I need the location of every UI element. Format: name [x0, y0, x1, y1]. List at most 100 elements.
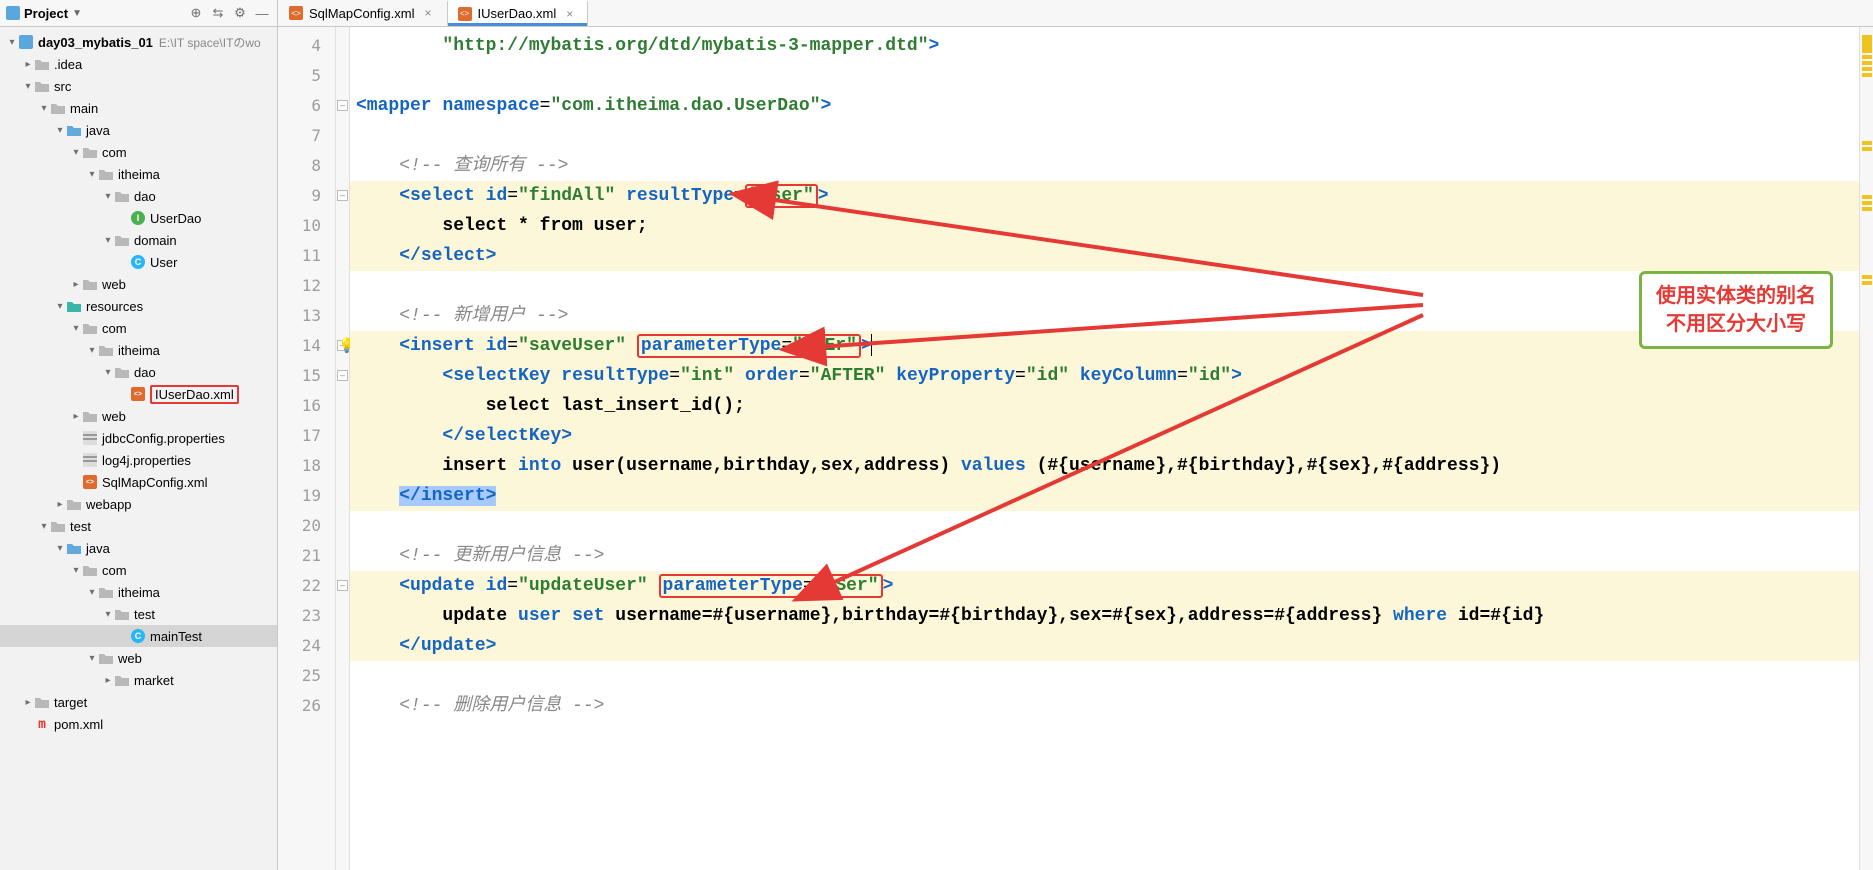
tree-toggle[interactable]: ▾	[86, 169, 98, 180]
tree-item-user[interactable]: CUser	[0, 251, 277, 273]
tree-toggle[interactable]: ▸	[102, 675, 114, 686]
code-line-9[interactable]: <select id="findAll" resultType="User">	[350, 181, 1859, 211]
code-line-18[interactable]: insert into user(username,birthday,sex,a…	[350, 451, 1859, 481]
tree-toggle[interactable]: ▾	[54, 543, 66, 554]
tree-item-src[interactable]: ▾src	[0, 75, 277, 97]
code-line-16[interactable]: select last_insert_id();	[350, 391, 1859, 421]
tree-toggle[interactable]: ▸	[70, 411, 82, 422]
tree-item-userdao[interactable]: IUserDao	[0, 207, 277, 229]
tree-item-maintest[interactable]: CmainTest	[0, 625, 277, 647]
tree-toggle[interactable]: ▾	[22, 81, 34, 92]
tree-item-test[interactable]: ▾ test	[0, 515, 277, 537]
code-line-10[interactable]: select * from user;	[350, 211, 1859, 241]
tree-toggle[interactable]: ▾	[102, 191, 114, 202]
tree-item-web[interactable]: ▸web	[0, 273, 277, 295]
line-number: 10	[278, 211, 321, 241]
tree-item--idea[interactable]: ▸.idea	[0, 53, 277, 75]
gear-icon[interactable]: ⚙	[231, 4, 249, 22]
tree-toggle[interactable]: ▸	[22, 697, 34, 708]
tab-sqlmapconfig-xml[interactable]: <>SqlMapConfig.xml×	[278, 0, 447, 26]
tree-item-itheima[interactable]: ▾itheima	[0, 581, 277, 603]
tree-item-sqlmapconfig-xml[interactable]: <>SqlMapConfig.xml	[0, 471, 277, 493]
code-line-20[interactable]	[350, 511, 1859, 541]
tree-item-web[interactable]: ▸web	[0, 405, 277, 427]
tree-item-com[interactable]: ▾com	[0, 317, 277, 339]
tree-label: test	[70, 519, 91, 534]
tree-item-web[interactable]: ▾web	[0, 647, 277, 669]
expand-icon[interactable]: ⇆	[209, 4, 227, 22]
tree-toggle[interactable]: ▾	[102, 235, 114, 246]
tree-toggle[interactable]: ▾	[102, 367, 114, 378]
locate-icon[interactable]: ⊕	[187, 4, 205, 22]
code-line-17[interactable]: </selectKey>	[350, 421, 1859, 451]
tree-toggle[interactable]: ▸	[54, 499, 66, 510]
project-title[interactable]: Project ▼	[6, 6, 82, 21]
tree-item-java[interactable]: ▾java	[0, 537, 277, 559]
tree-label: User	[150, 255, 177, 270]
tree-item-webapp[interactable]: ▸webapp	[0, 493, 277, 515]
code-line-25[interactable]	[350, 661, 1859, 691]
tree-toggle[interactable]: ▾	[38, 521, 50, 532]
code-line-23[interactable]: update user set username=#{username},bir…	[350, 601, 1859, 631]
code-line-26[interactable]: <!-- 删除用户信息 -->	[350, 691, 1859, 721]
close-icon[interactable]: ×	[425, 6, 432, 20]
fold-marker[interactable]: –	[337, 580, 348, 591]
code-line-12[interactable]	[350, 271, 1859, 301]
code-line-22[interactable]: <update id="updateUser" parameterType="u…	[350, 571, 1859, 601]
close-icon[interactable]: ×	[566, 7, 573, 21]
tree-item-itheima[interactable]: ▾itheima	[0, 339, 277, 361]
line-number: 19	[278, 481, 321, 511]
tree-item-main[interactable]: ▾main	[0, 97, 277, 119]
tree-toggle[interactable]: ▾	[54, 125, 66, 136]
code-line-8[interactable]: <!-- 查询所有 -->	[350, 151, 1859, 181]
tree-toggle[interactable]: ▾	[70, 323, 82, 334]
fold-marker[interactable]: –	[337, 370, 348, 381]
tree-toggle[interactable]: ▾	[70, 565, 82, 576]
code-line-14[interactable]: <insert id="saveUser" parameterType="UsE…	[350, 331, 1859, 361]
tree-item-market[interactable]: ▸market	[0, 669, 277, 691]
tree-item-com[interactable]: ▾com	[0, 559, 277, 581]
tree-item-jdbcconfig-properties[interactable]: jdbcConfig.properties	[0, 427, 277, 449]
tree-toggle[interactable]: ▾	[102, 609, 114, 620]
tree-toggle[interactable]: ▾	[86, 587, 98, 598]
code-area[interactable]: "http://mybatis.org/dtd/mybatis-3-mapper…	[350, 27, 1859, 870]
code-line-21[interactable]: <!-- 更新用户信息 -->	[350, 541, 1859, 571]
tree-toggle[interactable]: ▾	[54, 301, 66, 312]
project-tree[interactable]: ▾day03_mybatis_01E:\IT space\ITのwo▸.idea…	[0, 27, 277, 870]
tree-item-itheima[interactable]: ▾itheima	[0, 163, 277, 185]
tree-item-test[interactable]: ▾test	[0, 603, 277, 625]
code-line-4[interactable]: "http://mybatis.org/dtd/mybatis-3-mapper…	[350, 31, 1859, 61]
tree-item-day03_mybatis_01[interactable]: ▾day03_mybatis_01E:\IT space\ITのwo	[0, 31, 277, 53]
code-line-19[interactable]: </insert>	[350, 481, 1859, 511]
tree-toggle[interactable]: ▾	[70, 147, 82, 158]
tree-item-resources[interactable]: ▾resources	[0, 295, 277, 317]
code-line-6[interactable]: <mapper namespace="com.itheima.dao.UserD…	[350, 91, 1859, 121]
tab-label: SqlMapConfig.xml	[309, 6, 415, 21]
code-line-24[interactable]: </update>	[350, 631, 1859, 661]
hide-icon[interactable]: —	[253, 4, 271, 22]
tree-toggle[interactable]: ▾	[38, 103, 50, 114]
tree-item-iuserdao-xml[interactable]: <>IUserDao.xml	[0, 383, 277, 405]
tree-item-target[interactable]: ▸target	[0, 691, 277, 713]
code-line-15[interactable]: <selectKey resultType="int" order="AFTER…	[350, 361, 1859, 391]
code-line-7[interactable]	[350, 121, 1859, 151]
tree-item-dao[interactable]: ▾dao	[0, 185, 277, 207]
xml-icon: <>	[458, 7, 472, 21]
tree-item-pom-xml[interactable]: mpom.xml	[0, 713, 277, 735]
tree-toggle[interactable]: ▸	[70, 279, 82, 290]
tree-toggle[interactable]: ▸	[22, 59, 34, 70]
tree-item-java[interactable]: ▾java	[0, 119, 277, 141]
tree-toggle[interactable]: ▾	[6, 37, 18, 48]
fold-marker[interactable]: –	[337, 190, 348, 201]
code-line-5[interactable]	[350, 61, 1859, 91]
code-line-11[interactable]: </select>	[350, 241, 1859, 271]
tree-item-com[interactable]: ▾com	[0, 141, 277, 163]
code-line-13[interactable]: <!-- 新增用户 -->	[350, 301, 1859, 331]
tab-iuserdao-xml[interactable]: <>IUserDao.xml×	[447, 0, 589, 26]
tree-item-dao[interactable]: ▾dao	[0, 361, 277, 383]
tree-toggle[interactable]: ▾	[86, 653, 98, 664]
tree-item-domain[interactable]: ▾domain	[0, 229, 277, 251]
tree-toggle[interactable]: ▾	[86, 345, 98, 356]
tree-item-log4j-properties[interactable]: log4j.properties	[0, 449, 277, 471]
fold-marker[interactable]: –	[337, 100, 348, 111]
